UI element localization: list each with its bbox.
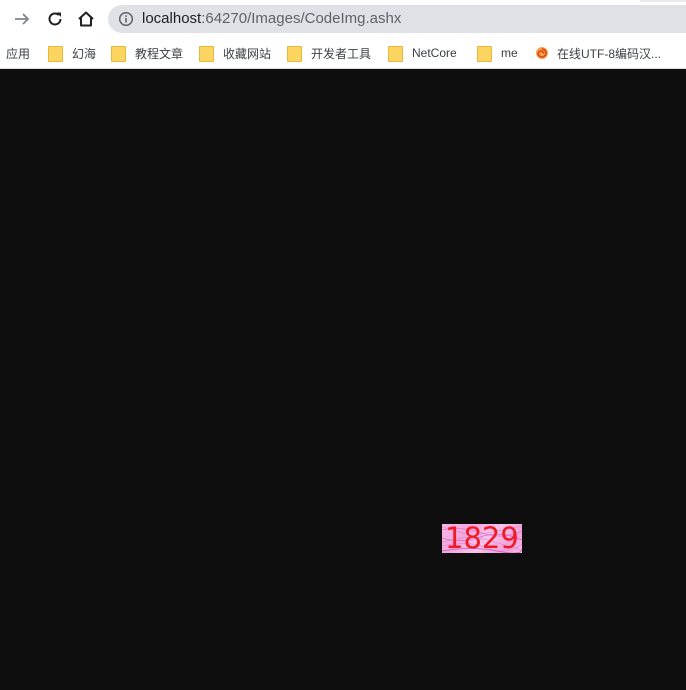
url-host: localhost	[142, 10, 202, 27]
bookmark-folder-huanhai[interactable]: 幻海	[48, 44, 96, 62]
captcha-code-text: 1829	[445, 524, 519, 553]
bookmark-folder-netcore[interactable]: NetCore	[388, 44, 457, 62]
folder-icon	[388, 46, 403, 62]
bookmarks-bar: 应用 幻海 教程文章 收藏网站 开发者工具 NetCore me 在线UTF-8…	[0, 38, 686, 69]
url-path: :64270/Images/CodeImg.ashx	[201, 10, 402, 27]
browser-toolbar: localhost:64270/Images/CodeImg.ashx	[0, 0, 686, 38]
bookmark-label: 教程文章	[135, 46, 184, 61]
folder-icon	[287, 46, 302, 62]
bookmark-utf8-encoder[interactable]: 在线UTF-8编码汉...	[535, 44, 661, 62]
bookmark-label: 应用	[6, 46, 31, 61]
reload-icon	[48, 12, 62, 26]
bookmark-label: me	[501, 46, 518, 60]
bookmark-label: 幻海	[72, 46, 97, 61]
info-icon[interactable]	[118, 11, 134, 27]
forward-button[interactable]	[10, 7, 34, 31]
page-content	[0, 70, 686, 690]
bookmark-label: NetCore	[412, 46, 457, 60]
reload-button[interactable]	[43, 7, 67, 31]
captcha-image: 1829	[442, 524, 522, 553]
site-swirl-icon	[536, 47, 548, 59]
bookmark-label: 开发者工具	[311, 46, 372, 61]
folder-icon	[199, 46, 214, 62]
bookmark-label: 在线UTF-8编码汉...	[557, 46, 661, 61]
bookmark-folder-me[interactable]: me	[477, 44, 518, 62]
bookmark-folder-tutorials[interactable]: 教程文章	[111, 44, 183, 62]
bookmark-folder-devtools[interactable]: 开发者工具	[287, 44, 371, 62]
url-text[interactable]: localhost:64270/Images/CodeImg.ashx	[142, 11, 401, 27]
arrow-right-icon	[15, 13, 30, 25]
folder-icon	[477, 46, 492, 62]
bookmark-apps[interactable]: 应用	[6, 44, 30, 62]
home-button[interactable]	[74, 7, 98, 31]
folder-icon	[48, 46, 63, 62]
bookmark-folder-favorites[interactable]: 收藏网站	[199, 44, 271, 62]
address-bar[interactable]: localhost:64270/Images/CodeImg.ashx	[108, 5, 686, 33]
folder-icon	[111, 46, 126, 62]
bookmark-label: 收藏网站	[223, 46, 272, 61]
home-icon	[78, 11, 94, 27]
